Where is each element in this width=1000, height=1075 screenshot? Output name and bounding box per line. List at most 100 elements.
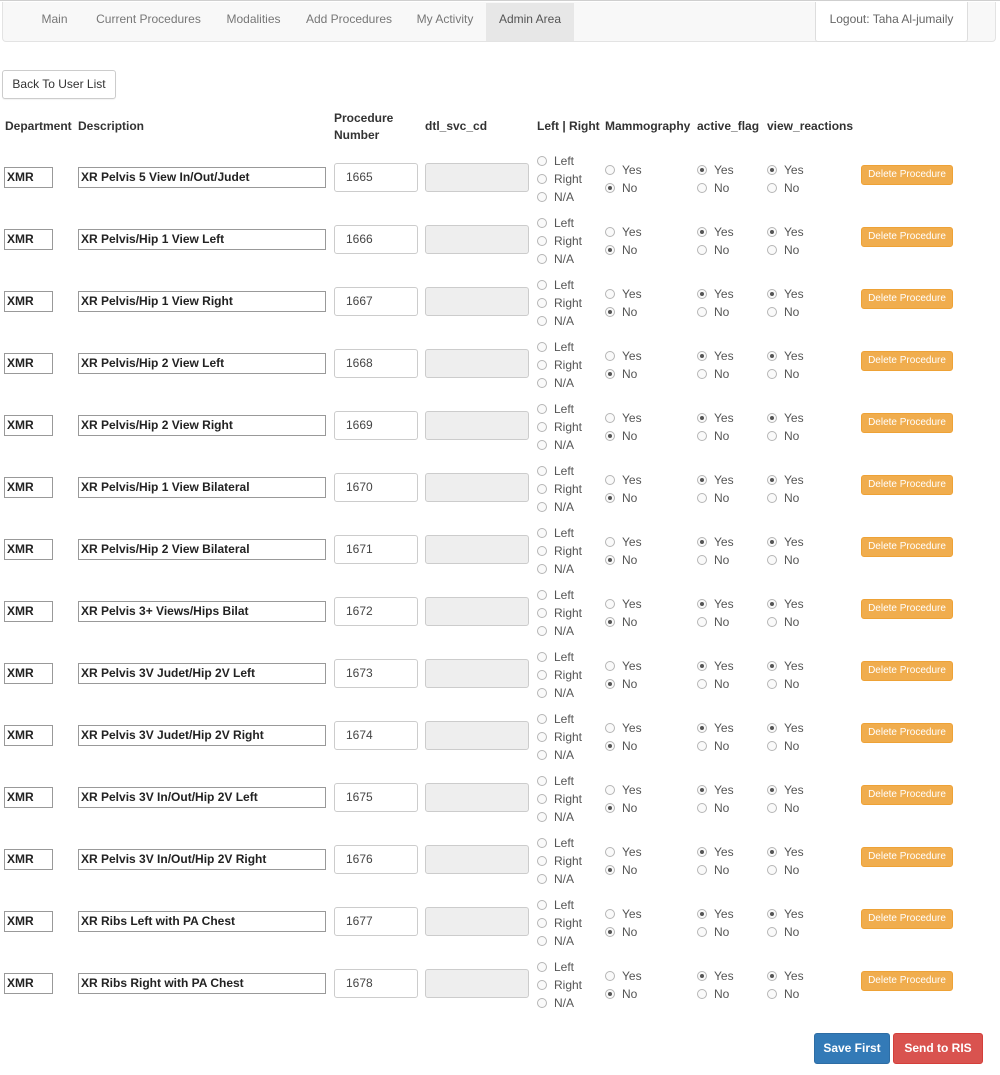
view-reactions-yes-radio[interactable]	[767, 723, 777, 733]
active-flag-yes-radio[interactable]	[697, 723, 707, 733]
active-flag-no-radio[interactable]	[697, 307, 707, 317]
description-input[interactable]: XR Pelvis 3V Judet/Hip 2V Left	[78, 663, 326, 684]
description-input[interactable]: XR Ribs Left with PA Chest	[78, 911, 326, 932]
dtl-svc-cd-input[interactable]	[425, 907, 529, 936]
procedure-number-input[interactable]: 1668	[334, 349, 418, 378]
mammography-yes-radio[interactable]	[605, 289, 615, 299]
delete-procedure-button[interactable]: Delete Procedure	[861, 165, 953, 185]
active-flag-no-radio[interactable]	[697, 555, 707, 565]
mammography-no-radio[interactable]	[605, 183, 615, 193]
dtl-svc-cd-input[interactable]	[425, 721, 529, 750]
dtl-svc-cd-input[interactable]	[425, 225, 529, 254]
mammography-yes-radio[interactable]	[605, 909, 615, 919]
active-flag-no-radio[interactable]	[697, 431, 707, 441]
mammography-yes-radio[interactable]	[605, 227, 615, 237]
view-reactions-yes-radio[interactable]	[767, 785, 777, 795]
side-na-radio[interactable]	[537, 750, 547, 760]
mammography-no-radio[interactable]	[605, 431, 615, 441]
mammography-yes-radio[interactable]	[605, 475, 615, 485]
procedure-number-input[interactable]: 1677	[334, 907, 418, 936]
department-input[interactable]: XMR	[4, 353, 53, 374]
side-na-radio[interactable]	[537, 936, 547, 946]
view-reactions-no-radio[interactable]	[767, 245, 777, 255]
mammography-no-radio[interactable]	[605, 555, 615, 565]
view-reactions-yes-radio[interactable]	[767, 475, 777, 485]
side-left-radio[interactable]	[537, 776, 547, 786]
nav-main[interactable]: Main	[31, 3, 78, 41]
description-input[interactable]: XR Pelvis/Hip 1 View Right	[78, 291, 326, 312]
description-input[interactable]: XR Pelvis 3V Judet/Hip 2V Right	[78, 725, 326, 746]
mammography-yes-radio[interactable]	[605, 847, 615, 857]
mammography-no-radio[interactable]	[605, 989, 615, 999]
delete-procedure-button[interactable]: Delete Procedure	[861, 599, 953, 619]
active-flag-yes-radio[interactable]	[697, 661, 707, 671]
dtl-svc-cd-input[interactable]	[425, 287, 529, 316]
department-input[interactable]: XMR	[4, 849, 53, 870]
delete-procedure-button[interactable]: Delete Procedure	[861, 785, 953, 805]
active-flag-no-radio[interactable]	[697, 617, 707, 627]
side-na-radio[interactable]	[537, 192, 547, 202]
side-left-radio[interactable]	[537, 962, 547, 972]
dtl-svc-cd-input[interactable]	[425, 597, 529, 626]
description-input[interactable]: XR Pelvis 3+ Views/Hips Bilat	[78, 601, 326, 622]
view-reactions-no-radio[interactable]	[767, 307, 777, 317]
department-input[interactable]: XMR	[4, 291, 53, 312]
active-flag-yes-radio[interactable]	[697, 289, 707, 299]
back-to-user-list-button[interactable]: Back To User List	[2, 70, 116, 99]
view-reactions-no-radio[interactable]	[767, 865, 777, 875]
active-flag-no-radio[interactable]	[697, 493, 707, 503]
side-right-radio[interactable]	[537, 422, 547, 432]
side-right-radio[interactable]	[537, 794, 547, 804]
description-input[interactable]: XR Pelvis/Hip 2 View Right	[78, 415, 326, 436]
delete-procedure-button[interactable]: Delete Procedure	[861, 413, 953, 433]
side-na-radio[interactable]	[537, 316, 547, 326]
department-input[interactable]: XMR	[4, 167, 53, 188]
side-right-radio[interactable]	[537, 980, 547, 990]
active-flag-yes-radio[interactable]	[697, 599, 707, 609]
view-reactions-yes-radio[interactable]	[767, 599, 777, 609]
side-left-radio[interactable]	[537, 714, 547, 724]
department-input[interactable]: XMR	[4, 911, 53, 932]
description-input[interactable]: XR Pelvis 3V In/Out/Hip 2V Left	[78, 787, 326, 808]
active-flag-no-radio[interactable]	[697, 927, 707, 937]
mammography-yes-radio[interactable]	[605, 351, 615, 361]
side-na-radio[interactable]	[537, 688, 547, 698]
active-flag-no-radio[interactable]	[697, 865, 707, 875]
procedure-number-input[interactable]: 1675	[334, 783, 418, 812]
active-flag-no-radio[interactable]	[697, 369, 707, 379]
mammography-yes-radio[interactable]	[605, 971, 615, 981]
side-right-radio[interactable]	[537, 856, 547, 866]
view-reactions-yes-radio[interactable]	[767, 227, 777, 237]
side-left-radio[interactable]	[537, 652, 547, 662]
delete-procedure-button[interactable]: Delete Procedure	[861, 661, 953, 681]
description-input[interactable]: XR Pelvis 5 View In/Out/Judet	[78, 167, 326, 188]
dtl-svc-cd-input[interactable]	[425, 473, 529, 502]
view-reactions-yes-radio[interactable]	[767, 909, 777, 919]
side-left-radio[interactable]	[537, 528, 547, 538]
procedure-number-input[interactable]: 1673	[334, 659, 418, 688]
dtl-svc-cd-input[interactable]	[425, 411, 529, 440]
dtl-svc-cd-input[interactable]	[425, 535, 529, 564]
description-input[interactable]: XR Pelvis/Hip 2 View Bilateral	[78, 539, 326, 560]
side-left-radio[interactable]	[537, 156, 547, 166]
send-to-ris-button[interactable]: Send to RIS	[893, 1033, 983, 1064]
side-right-radio[interactable]	[537, 484, 547, 494]
procedure-number-input[interactable]: 1671	[334, 535, 418, 564]
side-na-radio[interactable]	[537, 812, 547, 822]
delete-procedure-button[interactable]: Delete Procedure	[861, 723, 953, 743]
mammography-yes-radio[interactable]	[605, 413, 615, 423]
mammography-yes-radio[interactable]	[605, 661, 615, 671]
dtl-svc-cd-input[interactable]	[425, 845, 529, 874]
side-left-radio[interactable]	[537, 280, 547, 290]
view-reactions-no-radio[interactable]	[767, 617, 777, 627]
active-flag-yes-radio[interactable]	[697, 413, 707, 423]
side-right-radio[interactable]	[537, 360, 547, 370]
active-flag-no-radio[interactable]	[697, 803, 707, 813]
description-input[interactable]: XR Pelvis/Hip 2 View Left	[78, 353, 326, 374]
active-flag-no-radio[interactable]	[697, 183, 707, 193]
side-na-radio[interactable]	[537, 440, 547, 450]
active-flag-no-radio[interactable]	[697, 989, 707, 999]
mammography-yes-radio[interactable]	[605, 723, 615, 733]
department-input[interactable]: XMR	[4, 415, 53, 436]
procedure-number-input[interactable]: 1665	[334, 163, 418, 192]
